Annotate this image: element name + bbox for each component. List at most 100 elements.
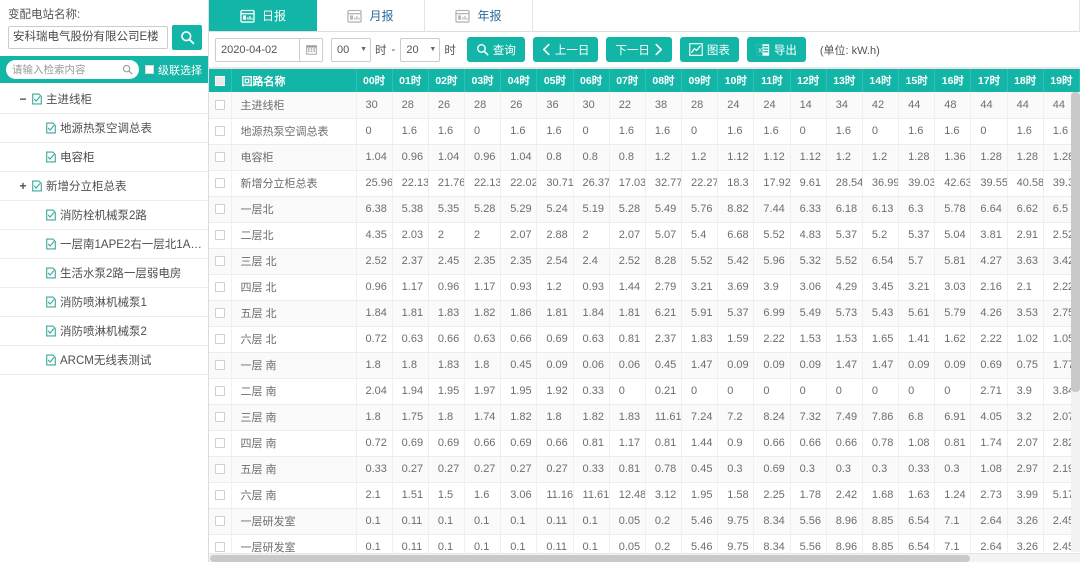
row-value-cell: 1.08	[899, 430, 935, 456]
row-select-cell[interactable]	[209, 430, 231, 456]
table-row[interactable]: 一层研发室0.10.110.10.10.10.110.10.050.25.469…	[209, 508, 1080, 534]
tree-item[interactable]: +新增分立柜总表	[0, 172, 208, 201]
row-value-cell: 1.6	[935, 118, 971, 144]
row-select-cell[interactable]	[209, 144, 231, 170]
row-value-cell: 1.24	[935, 482, 971, 508]
chart-button[interactable]: 图表	[680, 37, 739, 62]
hour-from-select[interactable]: 00 ▼	[331, 38, 371, 62]
next-day-button[interactable]: 下一日	[606, 37, 672, 62]
tree-item[interactable]: 消防喷淋机械泵2	[0, 317, 208, 346]
table-row[interactable]: 一层北6.385.385.355.285.295.245.195.285.495…	[209, 196, 1080, 222]
date-picker-button[interactable]	[299, 38, 323, 62]
tree-item[interactable]: 一层南1APE2右一层北1APE1左	[0, 230, 208, 259]
tree-filter-input[interactable]: 请输入检索内容	[6, 60, 139, 79]
table-row[interactable]: 三层 南1.81.751.81.741.821.81.821.8311.617.…	[209, 404, 1080, 430]
table-row[interactable]: 地源热泵空调总表01.61.601.61.601.61.601.61.601.6…	[209, 118, 1080, 144]
table-row[interactable]: 一层 南1.81.81.831.80.450.090.060.060.451.4…	[209, 352, 1080, 378]
row-checkbox[interactable]	[215, 100, 225, 110]
table-row[interactable]: 三层 北2.522.372.452.352.352.542.42.528.285…	[209, 248, 1080, 274]
station-search-button[interactable]	[172, 25, 202, 50]
collapse-icon[interactable]: −	[16, 92, 30, 106]
row-value-cell: 0.27	[392, 456, 428, 482]
tree-item[interactable]: 电容柜	[0, 143, 208, 172]
tree-item[interactable]: 生活水泵2路一层弱电房	[0, 259, 208, 288]
row-checkbox[interactable]	[215, 412, 225, 422]
row-select-cell[interactable]	[209, 352, 231, 378]
row-select-cell[interactable]	[209, 170, 231, 196]
row-checkbox[interactable]	[215, 386, 225, 396]
row-checkbox[interactable]	[215, 334, 225, 344]
row-select-cell[interactable]	[209, 326, 231, 352]
row-checkbox[interactable]	[215, 204, 225, 214]
export-button[interactable]: X 导出	[747, 37, 806, 62]
row-select-cell[interactable]	[209, 378, 231, 404]
cascade-select-toggle[interactable]: 级联选择	[145, 62, 202, 78]
row-select-cell[interactable]	[209, 248, 231, 274]
table-row[interactable]: 六层 南2.11.511.51.63.0611.1611.6112.483.12…	[209, 482, 1080, 508]
table-row[interactable]: 主进线柜302826282636302238282424143442444844…	[209, 92, 1080, 118]
row-select-cell[interactable]	[209, 92, 231, 118]
row-value-cell: 5.78	[935, 196, 971, 222]
row-checkbox[interactable]	[215, 360, 225, 370]
vertical-scrollbar-thumb[interactable]	[1071, 92, 1080, 392]
row-select-cell[interactable]	[209, 482, 231, 508]
row-checkbox[interactable]	[215, 516, 225, 526]
station-name-input[interactable]: 安科瑞电气股份有限公司E楼	[8, 26, 168, 49]
row-checkbox[interactable]	[215, 256, 225, 266]
row-select-cell[interactable]	[209, 404, 231, 430]
row-checkbox[interactable]	[215, 282, 225, 292]
select-all-checkbox[interactable]	[215, 76, 225, 86]
table-row[interactable]: 电容柜1.040.961.040.961.040.80.80.81.21.21.…	[209, 144, 1080, 170]
row-checkbox[interactable]	[215, 126, 225, 136]
row-checkbox[interactable]	[215, 230, 225, 240]
row-checkbox[interactable]	[215, 308, 225, 318]
row-select-cell[interactable]	[209, 196, 231, 222]
table-row[interactable]: 五层 北1.841.811.831.821.861.811.841.816.21…	[209, 300, 1080, 326]
table-row[interactable]: 五层 南0.330.270.270.270.270.270.330.810.78…	[209, 456, 1080, 482]
row-value-cell: 2.04	[356, 378, 392, 404]
tree-item[interactable]: ARCM无线表测试	[0, 346, 208, 375]
tab-yearly[interactable]: 年报	[425, 0, 533, 31]
row-select-cell[interactable]	[209, 456, 231, 482]
row-checkbox[interactable]	[215, 542, 225, 552]
table-row[interactable]: 四层 北0.961.170.961.170.931.20.931.442.793…	[209, 274, 1080, 300]
row-value-cell: 8.96	[826, 508, 862, 534]
tab-daily[interactable]: 日报	[209, 0, 317, 31]
row-checkbox[interactable]	[215, 438, 225, 448]
table-row[interactable]: 四层 南0.720.690.690.660.690.660.811.170.81…	[209, 430, 1080, 456]
row-value-cell: 1.28	[1007, 144, 1043, 170]
table-row[interactable]: 新增分立柜总表25.9622.1321.7622.1322.0230.7126.…	[209, 170, 1080, 196]
query-button[interactable]: 查询	[467, 37, 525, 62]
tab-monthly[interactable]: 月报	[317, 0, 425, 31]
row-select-cell[interactable]	[209, 300, 231, 326]
row-value-cell: 1.08	[971, 456, 1007, 482]
select-all-header[interactable]	[209, 69, 231, 92]
tree-item[interactable]: 地源热泵空调总表	[0, 114, 208, 143]
tree-item[interactable]: 消防喷淋机械泵1	[0, 288, 208, 317]
row-checkbox[interactable]	[215, 152, 225, 162]
tree-item[interactable]: −主进线柜	[0, 85, 208, 114]
row-value-cell: 1.95	[428, 378, 464, 404]
row-select-cell[interactable]	[209, 222, 231, 248]
hour-to-select[interactable]: 20 ▼	[400, 38, 440, 62]
prev-day-button[interactable]: 上一日	[533, 37, 599, 62]
table-row[interactable]: 二层北4.352.03222.072.8822.075.075.46.685.5…	[209, 222, 1080, 248]
cascade-checkbox[interactable]	[145, 65, 154, 74]
date-input[interactable]: 2020-04-02	[215, 38, 299, 62]
horizontal-scrollbar[interactable]	[209, 553, 1080, 562]
app-root: 变配电站名称: 安科瑞电气股份有限公司E楼 请输入检索内容 级联选择	[0, 0, 1080, 562]
row-checkbox[interactable]	[215, 178, 225, 188]
horizontal-scrollbar-thumb[interactable]	[210, 555, 970, 562]
row-value-cell: 1.47	[826, 352, 862, 378]
table-row[interactable]: 二层 南2.041.941.951.971.951.920.3300.21000…	[209, 378, 1080, 404]
row-select-cell[interactable]	[209, 118, 231, 144]
row-select-cell[interactable]	[209, 508, 231, 534]
table-row[interactable]: 六层 北0.720.630.660.630.660.690.630.812.37…	[209, 326, 1080, 352]
tree-item[interactable]: 消防栓机械泵2路	[0, 201, 208, 230]
expand-icon[interactable]: +	[16, 179, 30, 193]
vertical-scrollbar[interactable]	[1071, 92, 1080, 552]
row-value-cell: 0.81	[645, 430, 681, 456]
row-checkbox[interactable]	[215, 490, 225, 500]
row-select-cell[interactable]	[209, 274, 231, 300]
row-checkbox[interactable]	[215, 464, 225, 474]
